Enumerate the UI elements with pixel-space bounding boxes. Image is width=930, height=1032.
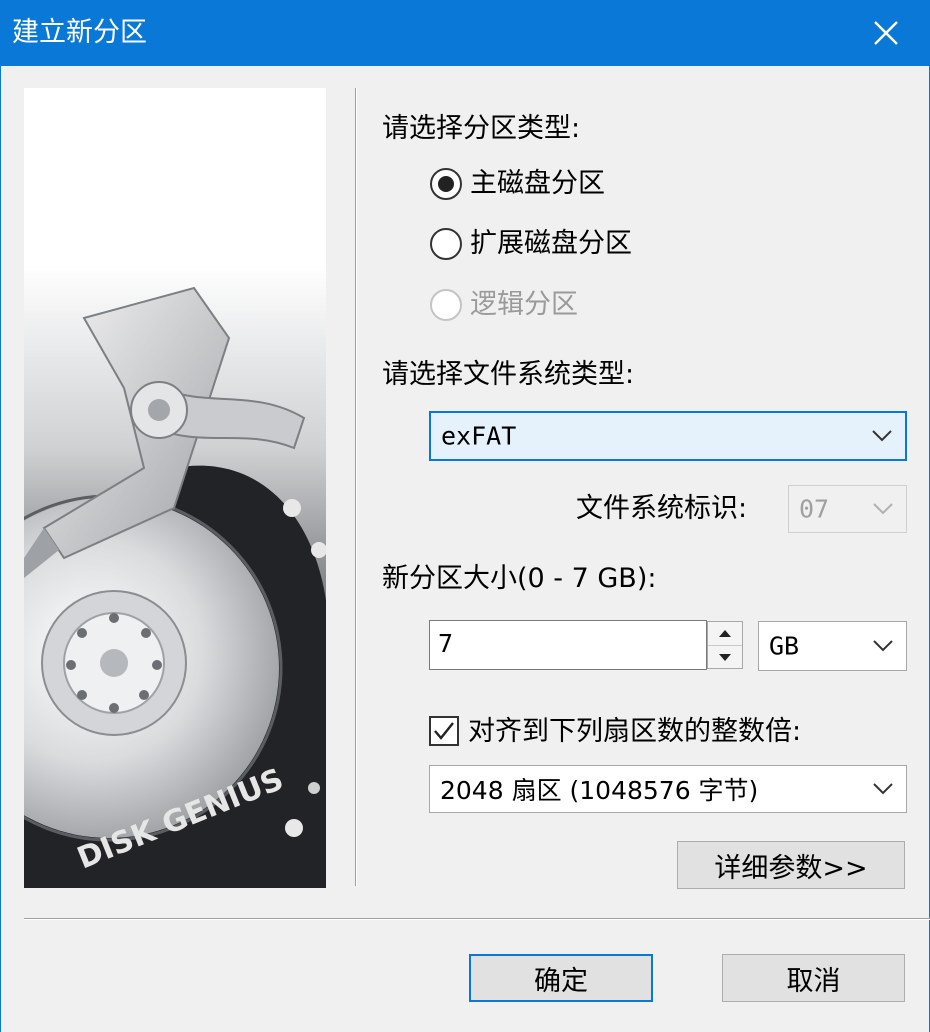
align-sectors-select[interactable]: 2048 扇区 (1048576 字节): [429, 765, 907, 813]
spin-down-button[interactable]: [708, 645, 742, 668]
filesystem-select[interactable]: exFAT: [429, 411, 907, 461]
filesystem-select-value: exFAT: [441, 421, 517, 451]
radio-logical-indicator: [430, 289, 462, 321]
filesystem-id-value: 07: [799, 494, 830, 524]
chevron-down-icon: [872, 430, 892, 442]
check-icon: [434, 722, 454, 740]
partition-size-label: 新分区大小(0 - 7 GB):: [382, 563, 657, 594]
radio-primary-label[interactable]: 主磁盘分区: [470, 167, 605, 201]
spin-up-button[interactable]: [708, 622, 742, 645]
horizontal-divider: [24, 918, 930, 920]
ok-button[interactable]: 确定: [469, 954, 653, 1002]
align-checkbox-label[interactable]: 对齐到下列扇区数的整数倍:: [468, 715, 801, 749]
radio-primary-indicator[interactable]: [430, 168, 462, 200]
close-button[interactable]: [842, 0, 930, 66]
partition-size-value: 7: [438, 629, 454, 658]
radio-extended-indicator[interactable]: [430, 228, 462, 260]
align-sectors-value: 2048 扇区 (1048576 字节): [440, 776, 759, 805]
filesystem-id-select: 07: [788, 485, 907, 533]
window-title: 建立新分区: [12, 17, 147, 48]
filesystem-prompt: 请选择文件系统类型:: [382, 359, 635, 390]
size-unit-select[interactable]: GB: [758, 621, 907, 671]
chevron-down-icon: [873, 640, 893, 652]
partition-size-input[interactable]: 7: [429, 620, 707, 670]
disk-genius-side-image: DISK GENIUS: [24, 88, 326, 888]
details-button[interactable]: 详细参数>>: [677, 841, 905, 889]
size-unit-value: GB: [769, 631, 800, 661]
radio-logical-label: 逻辑分区: [470, 289, 578, 320]
cancel-button[interactable]: 取消: [722, 954, 905, 1002]
title-bar: 建立新分区: [0, 0, 930, 66]
spin-down-icon: [719, 653, 731, 661]
vertical-divider: [355, 88, 357, 886]
chevron-down-icon: [873, 783, 893, 795]
size-spinner[interactable]: [707, 621, 743, 669]
close-icon: [874, 21, 898, 45]
spin-up-icon: [719, 630, 731, 637]
filesystem-id-label: 文件系统标识:: [576, 493, 748, 524]
radio-extended-label[interactable]: 扩展磁盘分区: [470, 227, 632, 261]
hard-disk-illustration: DISK GENIUS: [24, 88, 326, 888]
partition-type-prompt: 请选择分区类型:: [382, 113, 581, 144]
align-checkbox[interactable]: [429, 716, 459, 746]
chevron-down-icon: [873, 503, 893, 515]
